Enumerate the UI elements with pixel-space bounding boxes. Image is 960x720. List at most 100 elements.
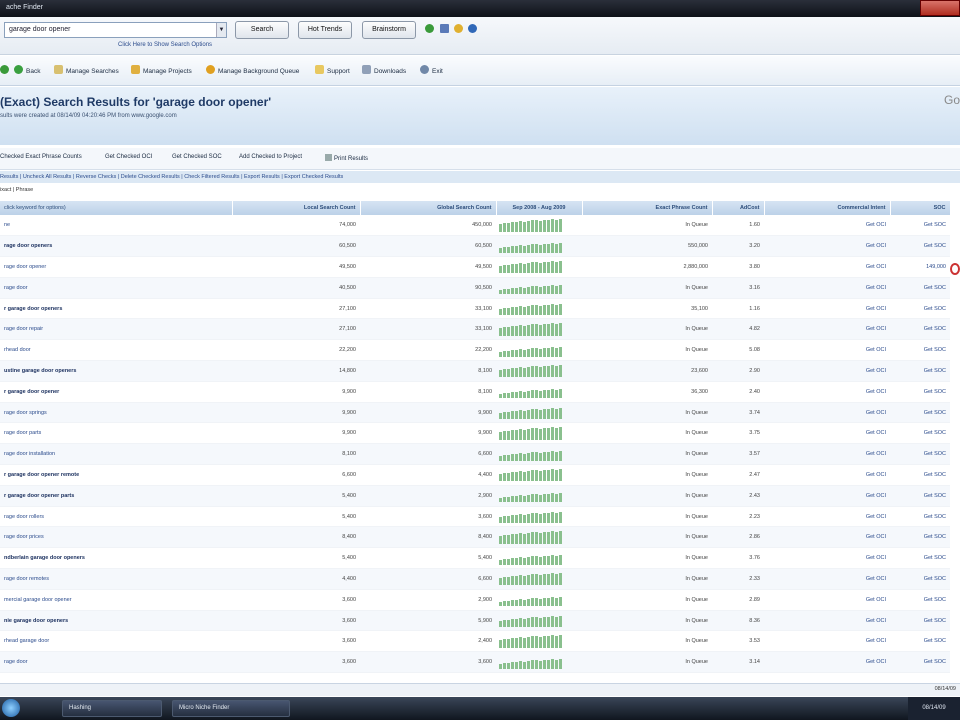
commercial-intent-cell[interactable]: Get OCI	[764, 568, 890, 590]
table-row[interactable]: rage door prices 8,400 8,400 In Queue 2.86 Ge…	[0, 526, 950, 549]
keyword-cell[interactable]: r garage door openers	[0, 298, 232, 320]
search-input[interactable]: garage door opener ▼	[4, 22, 227, 38]
help-icon[interactable]	[468, 24, 477, 33]
table-row[interactable]: r garage door opener 9,900 8,100 36,300 2.40…	[0, 381, 950, 403]
col-adcost[interactable]: AdCost	[712, 201, 765, 215]
start-button[interactable]	[2, 699, 20, 717]
commercial-intent-cell[interactable]: Get OCI	[764, 589, 890, 611]
table-row[interactable]: rage door opener 49,500 49,500 2,880,000 3.8…	[0, 256, 950, 278]
table-row[interactable]: rage door parts 9,900 9,900 In Queue 3.75 Get…	[0, 422, 950, 445]
col-commercial-intent[interactable]: Commercial Intent	[764, 201, 891, 215]
table-row[interactable]: rage door repair 27,100 33,100 In Queue 4.82…	[0, 318, 950, 341]
keyword-cell[interactable]: r garage door opener remote	[0, 464, 232, 486]
soc-cell[interactable]: Get SOC	[890, 298, 950, 320]
table-row[interactable]: rage door installation 8,100 6,600 In Queue…	[0, 443, 950, 466]
soc-cell[interactable]: Get SOC	[890, 630, 950, 653]
menu-item-manage-projects[interactable]: Manage Projects	[131, 65, 192, 79]
soc-cell[interactable]: Get SOC	[890, 568, 950, 590]
brainstorm-button[interactable]: Brainstorm	[362, 21, 416, 39]
chart-icon[interactable]	[440, 24, 449, 33]
menu-item-manage-searches[interactable]: Manage Searches	[54, 65, 119, 79]
col-keyword[interactable]: click keyword for options)	[0, 201, 233, 215]
taskbar-item-hashing[interactable]: Hashing	[62, 700, 162, 717]
col-exact-phrase-count[interactable]: Exact Phrase Count	[582, 201, 713, 215]
menu-item-exit[interactable]: Exit	[420, 65, 443, 79]
commercial-intent-cell[interactable]: Get OCI	[764, 402, 890, 424]
table-row[interactable]: r garage door openers 27,100 33,100 35,100 1…	[0, 298, 950, 320]
table-row[interactable]: ustine garage door openers 14,800 8,100 23,…	[0, 360, 950, 382]
keyword-cell[interactable]: r garage door opener parts	[0, 485, 232, 507]
commercial-intent-cell[interactable]: Get OCI	[764, 630, 890, 653]
menu-item-back-home[interactable]	[0, 65, 12, 79]
soc-cell[interactable]: Get SOC	[890, 610, 950, 632]
keyword-cell[interactable]: mercial garage door opener	[0, 589, 232, 611]
table-row[interactable]: r garage door opener parts 5,400 2,900 In Q…	[0, 485, 950, 507]
col-local-search-count[interactable]: Local Search Count	[232, 201, 361, 215]
keyword-cell[interactable]: ustine garage door openers	[0, 360, 232, 382]
soc-cell[interactable]: Get SOC	[890, 339, 950, 362]
keyword-cell[interactable]: rage door parts	[0, 422, 232, 445]
table-row[interactable]: rage door rollers 5,400 3,600 In Queue 2.23 G…	[0, 506, 950, 528]
soc-cell[interactable]: Get SOC	[890, 464, 950, 486]
keyword-cell[interactable]: rage door installation	[0, 443, 232, 466]
commercial-intent-cell[interactable]: Get OCI	[764, 256, 890, 278]
table-row[interactable]: rage door springs 9,900 9,900 In Queue 3.74 G…	[0, 402, 950, 424]
hot-trends-button[interactable]: Hot Trends	[298, 21, 352, 39]
results-links-bar[interactable]: Results | Uncheck All Results | Reverse …	[0, 171, 960, 183]
soc-cell[interactable]: Get SOC	[890, 402, 950, 424]
table-row[interactable]: rage door remotes 4,400 6,600 In Queue 2.33 G…	[0, 568, 950, 590]
soc-cell[interactable]: Get SOC	[890, 547, 950, 570]
commercial-intent-cell[interactable]: Get OCI	[764, 360, 890, 382]
commercial-intent-cell[interactable]: Get OCI	[764, 443, 890, 466]
soc-cell[interactable]: Get SOC	[890, 277, 950, 299]
chevron-down-icon[interactable]: ▼	[216, 23, 226, 37]
soc-cell[interactable]: Get SOC	[890, 235, 950, 258]
table-row[interactable]: rage door 40,500 90,500 In Queue 3.16 Get OCI…	[0, 277, 950, 299]
refresh-icon[interactable]	[425, 24, 434, 33]
print-results-button[interactable]: Print Results	[325, 154, 368, 162]
keyword-cell[interactable]: rhead door	[0, 339, 232, 362]
commercial-intent-cell[interactable]: Get OCI	[764, 506, 890, 528]
close-window-button[interactable]	[920, 0, 960, 16]
soc-cell[interactable]: Get SOC	[890, 485, 950, 507]
col-global-search-count[interactable]: Global Search Count	[360, 201, 497, 215]
lightbulb-icon[interactable]	[454, 24, 463, 33]
keyword-cell[interactable]: rage door repair	[0, 318, 232, 341]
soc-cell[interactable]: Get SOC	[890, 381, 950, 403]
commercial-intent-cell[interactable]: Get OCI	[764, 526, 890, 549]
col-trend[interactable]: Sep 2008 - Aug 2009	[496, 201, 583, 215]
keyword-cell[interactable]: rage door	[0, 651, 232, 674]
commercial-intent-cell[interactable]: Get OCI	[764, 547, 890, 570]
soc-cell[interactable]: Get SOC	[890, 526, 950, 549]
table-row[interactable]: r garage door opener remote 6,600 4,400 In …	[0, 464, 950, 486]
keyword-cell[interactable]: rhead garage door	[0, 630, 232, 653]
commercial-intent-cell[interactable]: Get OCI	[764, 235, 890, 258]
stop-icon[interactable]	[950, 263, 960, 275]
phrase-filter[interactable]: ixact | Phrase	[0, 185, 960, 197]
commercial-intent-cell[interactable]: Get OCI	[764, 381, 890, 403]
soc-cell[interactable]: Get SOC	[890, 506, 950, 528]
check-exact-phrase-button[interactable]: Checked Exact Phrase Counts	[0, 154, 82, 160]
soc-cell[interactable]: Get SOC	[890, 360, 950, 382]
get-checked-soc-button[interactable]: Get Checked SOC	[172, 154, 222, 160]
soc-cell[interactable]: Get SOC	[890, 589, 950, 611]
keyword-cell[interactable]: r garage door opener	[0, 381, 232, 403]
keyword-cell[interactable]: rage door prices	[0, 526, 232, 549]
menu-item-back[interactable]: Back	[14, 65, 40, 79]
add-to-project-button[interactable]: Add Checked to Project	[239, 154, 302, 160]
commercial-intent-cell[interactable]: Get OCI	[764, 651, 890, 674]
show-search-options-link[interactable]: Click Here to Show Search Options	[118, 42, 212, 48]
keyword-cell[interactable]: rage door openers	[0, 235, 232, 258]
commercial-intent-cell[interactable]: Get OCI	[764, 277, 890, 299]
commercial-intent-cell[interactable]: Get OCI	[764, 485, 890, 507]
table-row[interactable]: nie garage door openers 3,600 5,900 In Queu…	[0, 610, 950, 632]
table-row[interactable]: ne 74,000 450,000 In Queue 1.60 Get OCI Get SO…	[0, 215, 950, 237]
col-soc[interactable]: SOC	[890, 201, 951, 215]
menu-item-background-queue[interactable]: Manage Background Queue	[206, 65, 299, 79]
table-row[interactable]: rage door 3,600 3,600 In Queue 3.14 Get OCI Ge…	[0, 651, 950, 674]
keyword-cell[interactable]: rage door rollers	[0, 506, 232, 528]
keyword-cell[interactable]: ne	[0, 215, 232, 237]
table-row[interactable]: rhead door 22,200 22,200 In Queue 5.08 Get OC…	[0, 339, 950, 362]
search-button[interactable]: Search	[235, 21, 289, 39]
soc-cell[interactable]: Get SOC	[890, 651, 950, 674]
